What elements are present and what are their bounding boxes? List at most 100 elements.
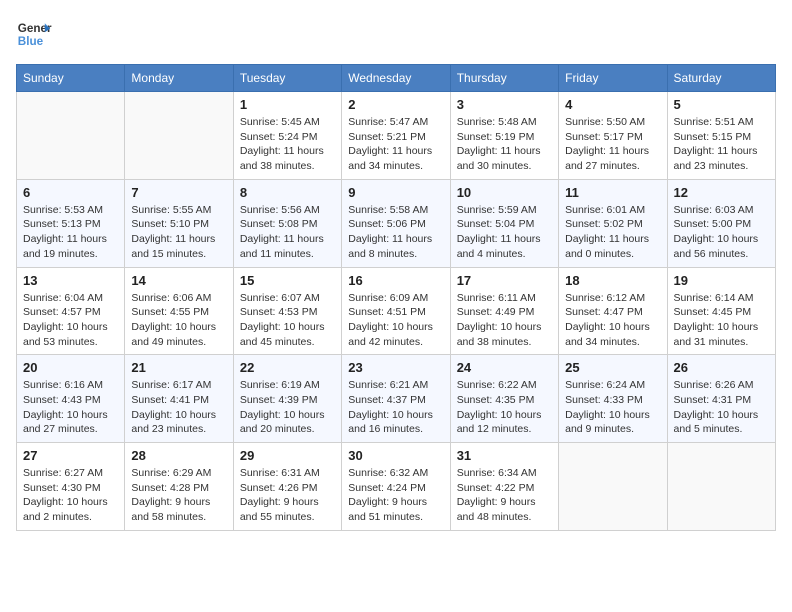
logo: General Blue (16, 16, 52, 52)
calendar-week-1: 1 Sunrise: 5:45 AMSunset: 5:24 PMDaylight… (17, 92, 776, 180)
day-info: Sunrise: 5:55 AMSunset: 5:10 PMDaylight:… (131, 203, 226, 262)
calendar-cell: 24 Sunrise: 6:22 AMSunset: 4:35 PMDayligh… (450, 355, 558, 443)
day-number: 6 (23, 185, 118, 200)
calendar-cell: 19 Sunrise: 6:14 AMSunset: 4:45 PMDayligh… (667, 267, 775, 355)
day-info: Sunrise: 6:22 AMSunset: 4:35 PMDaylight:… (457, 378, 552, 437)
day-number: 23 (348, 360, 443, 375)
day-number: 18 (565, 273, 660, 288)
day-info: Sunrise: 5:47 AMSunset: 5:21 PMDaylight:… (348, 115, 443, 174)
calendar-cell: 4 Sunrise: 5:50 AMSunset: 5:17 PMDaylight… (559, 92, 667, 180)
day-info: Sunrise: 6:09 AMSunset: 4:51 PMDaylight:… (348, 291, 443, 350)
weekday-header-tuesday: Tuesday (233, 65, 341, 92)
day-info: Sunrise: 6:31 AMSunset: 4:26 PMDaylight:… (240, 466, 335, 525)
day-number: 7 (131, 185, 226, 200)
calendar-cell (17, 92, 125, 180)
calendar-cell: 22 Sunrise: 6:19 AMSunset: 4:39 PMDayligh… (233, 355, 341, 443)
day-number: 12 (674, 185, 769, 200)
day-number: 10 (457, 185, 552, 200)
weekday-header-wednesday: Wednesday (342, 65, 450, 92)
svg-text:Blue: Blue (18, 35, 44, 48)
calendar-cell: 8 Sunrise: 5:56 AMSunset: 5:08 PMDaylight… (233, 179, 341, 267)
day-number: 26 (674, 360, 769, 375)
day-number: 16 (348, 273, 443, 288)
day-number: 13 (23, 273, 118, 288)
day-info: Sunrise: 6:32 AMSunset: 4:24 PMDaylight:… (348, 466, 443, 525)
weekday-header-sunday: Sunday (17, 65, 125, 92)
day-info: Sunrise: 6:17 AMSunset: 4:41 PMDaylight:… (131, 378, 226, 437)
day-info: Sunrise: 5:59 AMSunset: 5:04 PMDaylight:… (457, 203, 552, 262)
day-info: Sunrise: 6:19 AMSunset: 4:39 PMDaylight:… (240, 378, 335, 437)
calendar-cell (667, 443, 775, 531)
day-number: 17 (457, 273, 552, 288)
day-info: Sunrise: 5:48 AMSunset: 5:19 PMDaylight:… (457, 115, 552, 174)
day-number: 22 (240, 360, 335, 375)
calendar-cell: 25Sunrise: 6:24 AMSunset: 4:33 PMDayligh… (559, 355, 667, 443)
calendar-week-3: 13 Sunrise: 6:04 AMSunset: 4:57 PMDayligh… (17, 267, 776, 355)
calendar-table: SundayMondayTuesdayWednesdayThursdayFrid… (16, 64, 776, 531)
calendar-cell: 15 Sunrise: 6:07 AMSunset: 4:53 PMDayligh… (233, 267, 341, 355)
day-info: Sunrise: 6:04 AMSunset: 4:57 PMDaylight:… (23, 291, 118, 350)
day-info: Sunrise: 5:51 AMSunset: 5:15 PMDaylight:… (674, 115, 769, 174)
day-info: Sunrise: 6:07 AMSunset: 4:53 PMDaylight:… (240, 291, 335, 350)
day-info: Sunrise: 5:58 AMSunset: 5:06 PMDaylight:… (348, 203, 443, 262)
day-number: 5 (674, 97, 769, 112)
day-number: 21 (131, 360, 226, 375)
day-info: Sunrise: 5:45 AMSunset: 5:24 PMDaylight:… (240, 115, 335, 174)
day-info: Sunrise: 6:34 AMSunset: 4:22 PMDaylight:… (457, 466, 552, 525)
calendar-cell: 20Sunrise: 6:16 AMSunset: 4:43 PMDayligh… (17, 355, 125, 443)
day-number: 29 (240, 448, 335, 463)
day-info: Sunrise: 6:26 AMSunset: 4:31 PMDaylight:… (674, 378, 769, 437)
weekday-header-thursday: Thursday (450, 65, 558, 92)
day-number: 9 (348, 185, 443, 200)
day-info: Sunrise: 5:56 AMSunset: 5:08 PMDaylight:… (240, 203, 335, 262)
calendar-cell: 6Sunrise: 5:53 AMSunset: 5:13 PMDaylight… (17, 179, 125, 267)
day-number: 2 (348, 97, 443, 112)
weekday-header-monday: Monday (125, 65, 233, 92)
day-info: Sunrise: 6:24 AMSunset: 4:33 PMDaylight:… (565, 378, 660, 437)
day-info: Sunrise: 6:12 AMSunset: 4:47 PMDaylight:… (565, 291, 660, 350)
day-number: 27 (23, 448, 118, 463)
day-number: 3 (457, 97, 552, 112)
calendar-cell (559, 443, 667, 531)
day-info: Sunrise: 6:06 AMSunset: 4:55 PMDaylight:… (131, 291, 226, 350)
day-number: 19 (674, 273, 769, 288)
day-info: Sunrise: 5:50 AMSunset: 5:17 PMDaylight:… (565, 115, 660, 174)
weekday-header-row: SundayMondayTuesdayWednesdayThursdayFrid… (17, 65, 776, 92)
day-info: Sunrise: 6:03 AMSunset: 5:00 PMDaylight:… (674, 203, 769, 262)
calendar-cell: 23 Sunrise: 6:21 AMSunset: 4:37 PMDayligh… (342, 355, 450, 443)
calendar-cell: 11 Sunrise: 6:01 AMSunset: 5:02 PMDayligh… (559, 179, 667, 267)
calendar-week-2: 6Sunrise: 5:53 AMSunset: 5:13 PMDaylight… (17, 179, 776, 267)
day-number: 8 (240, 185, 335, 200)
calendar-week-5: 27 Sunrise: 6:27 AMSunset: 4:30 PMDayligh… (17, 443, 776, 531)
calendar-cell: 3 Sunrise: 5:48 AMSunset: 5:19 PMDaylight… (450, 92, 558, 180)
calendar-cell: 5 Sunrise: 5:51 AMSunset: 5:15 PMDaylight… (667, 92, 775, 180)
calendar-cell: 14 Sunrise: 6:06 AMSunset: 4:55 PMDayligh… (125, 267, 233, 355)
calendar-cell: 17 Sunrise: 6:11 AMSunset: 4:49 PMDayligh… (450, 267, 558, 355)
day-number: 4 (565, 97, 660, 112)
day-number: 24 (457, 360, 552, 375)
calendar-cell (125, 92, 233, 180)
weekday-header-saturday: Saturday (667, 65, 775, 92)
day-number: 1 (240, 97, 335, 112)
day-info: Sunrise: 6:21 AMSunset: 4:37 PMDaylight:… (348, 378, 443, 437)
day-number: 14 (131, 273, 226, 288)
calendar-cell: 31 Sunrise: 6:34 AMSunset: 4:22 PMDayligh… (450, 443, 558, 531)
calendar-cell: 30 Sunrise: 6:32 AMSunset: 4:24 PMDayligh… (342, 443, 450, 531)
day-info: Sunrise: 6:14 AMSunset: 4:45 PMDaylight:… (674, 291, 769, 350)
day-number: 31 (457, 448, 552, 463)
day-number: 11 (565, 185, 660, 200)
day-number: 30 (348, 448, 443, 463)
calendar-cell: 1 Sunrise: 5:45 AMSunset: 5:24 PMDaylight… (233, 92, 341, 180)
calendar-cell: 18 Sunrise: 6:12 AMSunset: 4:47 PMDayligh… (559, 267, 667, 355)
day-info: Sunrise: 6:01 AMSunset: 5:02 PMDaylight:… (565, 203, 660, 262)
calendar-cell: 7 Sunrise: 5:55 AMSunset: 5:10 PMDaylight… (125, 179, 233, 267)
calendar-cell: 26 Sunrise: 6:26 AMSunset: 4:31 PMDayligh… (667, 355, 775, 443)
weekday-header-friday: Friday (559, 65, 667, 92)
day-number: 15 (240, 273, 335, 288)
day-info: Sunrise: 6:11 AMSunset: 4:49 PMDaylight:… (457, 291, 552, 350)
day-info: Sunrise: 6:27 AMSunset: 4:30 PMDaylight:… (23, 466, 118, 525)
calendar-cell: 10 Sunrise: 5:59 AMSunset: 5:04 PMDayligh… (450, 179, 558, 267)
calendar-cell: 27 Sunrise: 6:27 AMSunset: 4:30 PMDayligh… (17, 443, 125, 531)
calendar-cell: 13 Sunrise: 6:04 AMSunset: 4:57 PMDayligh… (17, 267, 125, 355)
logo-icon: General Blue (16, 16, 52, 52)
